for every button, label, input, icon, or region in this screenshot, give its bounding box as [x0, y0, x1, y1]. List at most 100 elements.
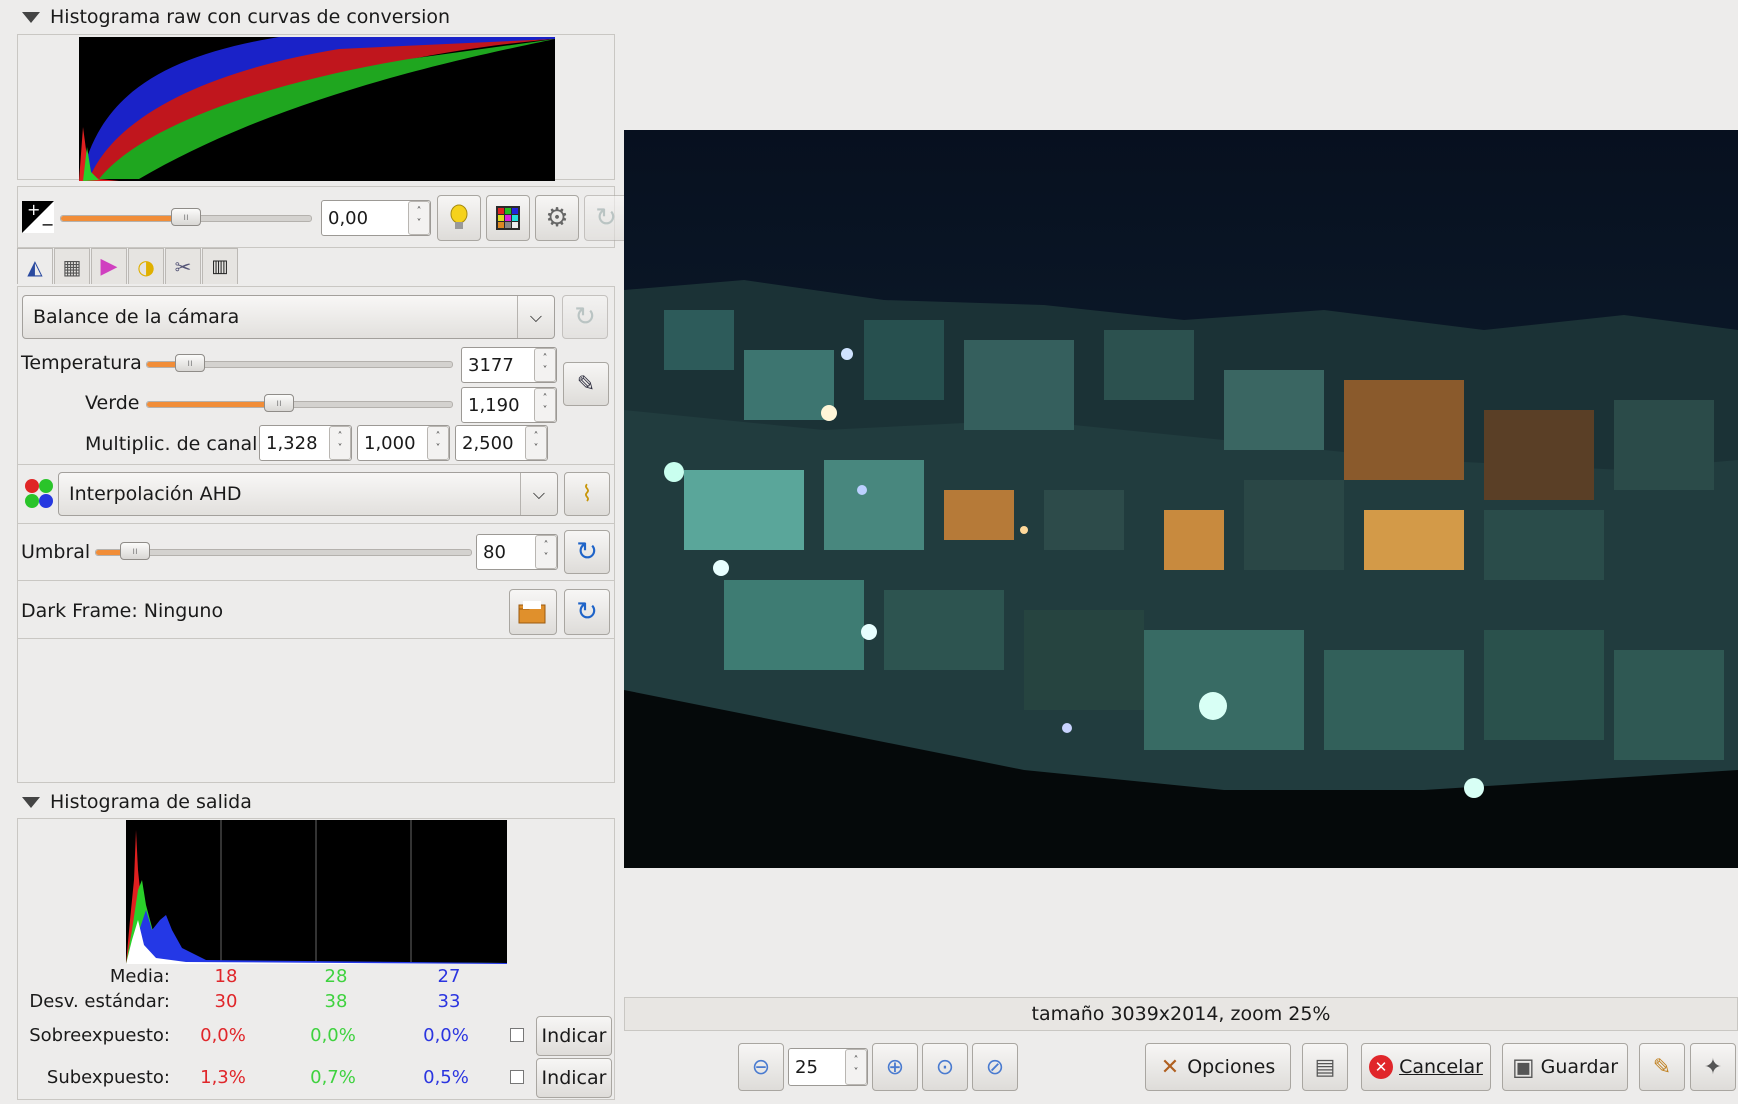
- desv-green: 38: [324, 991, 348, 1012]
- opciones-button[interactable]: ✕ Opciones: [1145, 1043, 1291, 1091]
- folder-open-icon: [518, 601, 546, 624]
- svg-text:−: −: [41, 215, 54, 233]
- zoom-100-button[interactable]: ⊘: [972, 1043, 1018, 1091]
- crop-icon: ✂: [174, 254, 192, 279]
- sub-indicar-button[interactable]: Indicar: [536, 1058, 612, 1098]
- tab-exif[interactable]: ▥: [202, 248, 238, 284]
- color-chart-icon: [496, 206, 520, 230]
- output-histogram-expander[interactable]: Histograma de salida: [22, 791, 252, 813]
- mult-r-value: 1,328: [266, 432, 318, 454]
- temperatura-slider-knob[interactable]: ıı: [175, 354, 205, 372]
- mult-g-value: 1,000: [364, 432, 416, 454]
- zoom-out-button[interactable]: ⊖: [738, 1043, 784, 1091]
- chevron-down-icon: ⌵: [532, 484, 546, 503]
- preview-image[interactable]: [624, 130, 1738, 868]
- temperatura-label: Temperatura: [21, 352, 142, 374]
- sub-label: Subexpuesto:: [46, 1067, 170, 1088]
- tab-white-balance[interactable]: ◭: [17, 248, 53, 284]
- white-balance-preset-combo[interactable]: Balance de la cámara ⌵: [22, 295, 555, 339]
- tab-color-management[interactable]: ▶: [91, 248, 127, 284]
- sobre-indicar-button[interactable]: Indicar: [536, 1016, 612, 1056]
- exposure-value: 0,00: [328, 207, 369, 229]
- media-label: Media:: [109, 966, 170, 987]
- sobre-blue: 0,0%: [423, 1025, 469, 1046]
- sobre-checkbox[interactable]: [510, 1028, 524, 1042]
- chevron-down-icon: ⌵: [529, 307, 543, 326]
- zoom-in-button[interactable]: ⊕: [872, 1043, 918, 1091]
- sub-green: 0,7%: [310, 1067, 356, 1088]
- clean-interpolation-button[interactable]: ⌇: [564, 472, 610, 516]
- zoom-fit-icon: ⊙: [935, 1054, 955, 1080]
- umbral-slider[interactable]: [95, 549, 472, 556]
- tab-lightness[interactable]: ◑: [128, 248, 164, 284]
- sobre-green: 0,0%: [310, 1025, 356, 1046]
- cancel-icon: ✕: [1369, 1055, 1394, 1079]
- tab-bar: ◭ ▦ ▶ ◑ ✂ ▥: [17, 248, 238, 284]
- send-to-gimp-button[interactable]: ✎: [1639, 1043, 1685, 1091]
- verde-slider-knob[interactable]: ıı: [264, 394, 294, 412]
- temperatura-value: 3177: [468, 354, 514, 376]
- divider: [17, 580, 615, 581]
- gears-icon: ⚙: [545, 203, 569, 233]
- delete-button[interactable]: ▤: [1302, 1043, 1348, 1091]
- verde-value: 1,190: [468, 394, 520, 416]
- floppy-icon: ▣: [1511, 1053, 1535, 1081]
- zoom-out-icon: ⊖: [751, 1054, 771, 1080]
- eyedropper-icon: ✎: [576, 371, 596, 397]
- broom-icon: ⌇: [581, 481, 593, 507]
- gimp-icon: ✦: [1703, 1054, 1723, 1080]
- sobre-indicar-label: Indicar: [541, 1025, 607, 1047]
- sobre-red: 0,0%: [200, 1025, 246, 1046]
- white-balance-preset-value: Balance de la cámara: [33, 306, 240, 328]
- zoom-fit-button[interactable]: ⊙: [922, 1043, 968, 1091]
- expander-triangle-icon: [22, 11, 40, 23]
- exposure-spinbox[interactable]: 0,00 ˄ ˅: [321, 200, 431, 236]
- media-green: 28: [324, 966, 348, 987]
- status-text: tamaño 3039x2014, zoom 25%: [1031, 1003, 1331, 1025]
- sub-checkbox[interactable]: [510, 1070, 524, 1084]
- reset-icon: ↻: [574, 302, 596, 332]
- spot-white-balance-button[interactable]: ✎: [563, 362, 609, 406]
- svg-text:+: +: [27, 201, 40, 219]
- media-blue: 27: [437, 966, 461, 987]
- color-triangle-icon: ▶: [100, 254, 118, 279]
- interpolation-combo[interactable]: Interpolación AHD ⌵: [58, 472, 558, 516]
- gimp-button[interactable]: ✦: [1690, 1043, 1736, 1091]
- cancelar-button[interactable]: ✕ Cancelar: [1361, 1043, 1491, 1091]
- guardar-button[interactable]: ▣ Guardar: [1502, 1043, 1628, 1091]
- sub-blue: 0,5%: [423, 1067, 469, 1088]
- sub-indicar-label: Indicar: [541, 1067, 607, 1089]
- color-profile-button[interactable]: [486, 195, 530, 241]
- reset-umbral-button[interactable]: ↻: [564, 530, 610, 574]
- temperatura-spinbox[interactable]: 3177 ˄ ˅: [461, 347, 557, 383]
- divider: [17, 638, 615, 639]
- exposure-slider-knob[interactable]: ıı: [171, 208, 201, 226]
- zoom-actual-icon: ⊘: [985, 1054, 1005, 1080]
- settings-button[interactable]: ⚙: [535, 195, 579, 241]
- umbral-spinbox[interactable]: 80 ˄ ˅: [476, 534, 558, 570]
- mult-b-value: 2,500: [462, 432, 514, 454]
- load-dark-frame-button[interactable]: [509, 589, 557, 635]
- mult-r-spinbox[interactable]: 1,328 ˄ ˅: [259, 425, 352, 461]
- umbral-slider-knob[interactable]: ıı: [120, 542, 150, 560]
- verde-spinbox[interactable]: 1,190 ˄ ˅: [461, 387, 557, 423]
- reset-exposure-button[interactable]: ↻: [584, 195, 628, 241]
- zoom-spinbox[interactable]: 25 ˄ ˅: [788, 1048, 868, 1086]
- auto-exposure-button[interactable]: [437, 195, 481, 241]
- verde-slider[interactable]: [146, 401, 453, 408]
- trash-icon: ▤: [1314, 1054, 1336, 1080]
- tab-crop[interactable]: ✂: [165, 248, 201, 284]
- output-histogram-graph: [126, 820, 507, 964]
- divider: [17, 464, 615, 465]
- zoom-value: 25: [795, 1056, 818, 1078]
- mult-g-spinbox[interactable]: 1,000 ˄ ˅: [357, 425, 450, 461]
- raw-histogram-expander[interactable]: Histograma raw con curvas de conversion: [22, 6, 450, 28]
- mult-b-spinbox[interactable]: 2,500 ˄ ˅: [455, 425, 548, 461]
- reset-dark-frame-button[interactable]: ↻: [564, 589, 610, 635]
- exposure-row: + − ıı 0,00 ˄ ˅ ⚙ ↻: [17, 186, 628, 248]
- tab-curves[interactable]: ▦: [54, 248, 90, 284]
- night-town-photo: [624, 130, 1738, 868]
- umbral-label: Umbral: [21, 541, 91, 563]
- guardar-label: Guardar: [1540, 1056, 1619, 1078]
- reset-white-balance-button[interactable]: ↻: [562, 295, 608, 339]
